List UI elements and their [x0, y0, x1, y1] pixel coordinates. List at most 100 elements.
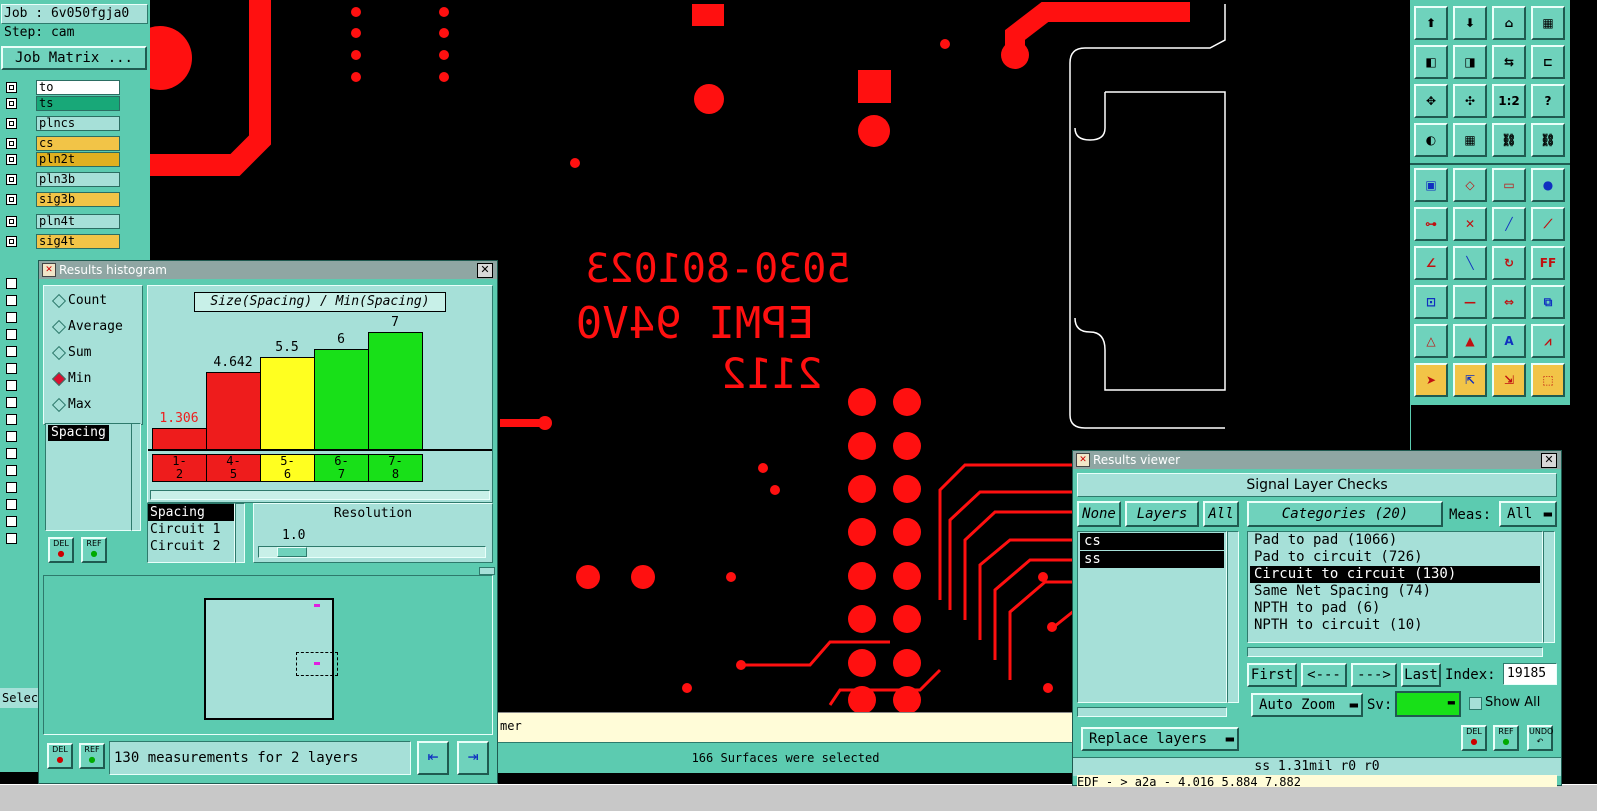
- mode-average[interactable]: Average: [51, 316, 123, 338]
- tri-3-icon[interactable]: A: [1492, 324, 1526, 358]
- ruler-icon[interactable]: ▭: [1492, 168, 1526, 202]
- line-pad-icon[interactable]: ⟋: [1531, 207, 1565, 241]
- layer-checkbox[interactable]: [6, 295, 17, 306]
- chart-scrollbar[interactable]: [150, 490, 490, 500]
- layer-name[interactable]: pln4t: [36, 214, 120, 229]
- categories-button[interactable]: Categories (20): [1247, 501, 1443, 527]
- right-icon[interactable]: ◨: [1453, 45, 1487, 79]
- category-item[interactable]: NPTH to circuit (10): [1250, 617, 1540, 634]
- viewer-close-icon[interactable]: ✕: [1541, 453, 1557, 468]
- pointer-multi-icon[interactable]: ⬚: [1531, 363, 1565, 397]
- type-scrollbar[interactable]: [235, 503, 245, 563]
- mode-min[interactable]: Min: [51, 368, 91, 390]
- line-icon[interactable]: ╱: [1492, 207, 1526, 241]
- layer-name[interactable]: pln2t: [36, 152, 120, 167]
- layer-checkbox[interactable]: [6, 346, 17, 357]
- layer-checkbox[interactable]: [6, 363, 17, 374]
- category-item[interactable]: NPTH to pad (6): [1250, 600, 1540, 617]
- ff-icon[interactable]: FF: [1531, 246, 1565, 280]
- layer-checkbox[interactable]: [6, 397, 17, 408]
- layer-checkbox[interactable]: [6, 278, 17, 289]
- last-button[interactable]: Last: [1401, 663, 1441, 687]
- histogram-range-label[interactable]: 6- 7: [314, 454, 369, 482]
- prev-button[interactable]: <---: [1301, 663, 1347, 687]
- first-button[interactable]: First: [1247, 663, 1297, 687]
- export-left-button[interactable]: ⇤: [417, 741, 449, 775]
- tri-1-icon[interactable]: △: [1414, 324, 1448, 358]
- category-item[interactable]: Same Net Spacing (74): [1250, 583, 1540, 600]
- mode-sum[interactable]: Sum: [51, 342, 91, 364]
- category-item[interactable]: Circuit to circuit (130): [1250, 566, 1540, 583]
- layer-name[interactable]: cs: [36, 136, 120, 151]
- diagonal-icon[interactable]: ╲: [1453, 246, 1487, 280]
- mode-count[interactable]: Count: [51, 290, 107, 312]
- resolution-slider[interactable]: [258, 546, 486, 558]
- layer-checkbox[interactable]: [6, 482, 17, 493]
- radio-icon[interactable]: [51, 319, 67, 335]
- layer-result-item[interactable]: cs: [1080, 533, 1224, 550]
- histogram-range-label[interactable]: 1- 2: [152, 454, 207, 482]
- measure-icon[interactable]: ⇔: [1492, 285, 1526, 319]
- auto-zoom-select[interactable]: Auto Zoom ▬: [1251, 693, 1363, 717]
- histogram-resize-grip[interactable]: [479, 567, 495, 575]
- shape-icon[interactable]: ◇: [1453, 168, 1487, 202]
- net-red-icon[interactable]: ⛓: [1531, 123, 1565, 157]
- measure-item[interactable]: Spacing: [48, 425, 109, 441]
- job-matrix-button[interactable]: Job Matrix ...: [1, 46, 147, 70]
- layer-checkbox[interactable]: [6, 174, 17, 185]
- save-icon[interactable]: ⬇: [1453, 6, 1487, 40]
- layer-checkbox[interactable]: [6, 98, 17, 109]
- layer-checkbox[interactable]: [6, 431, 17, 442]
- all-layers-button[interactable]: All: [1203, 501, 1239, 527]
- histogram-bar[interactable]: [314, 349, 369, 450]
- layer-row[interactable]: plncs: [4, 116, 120, 132]
- histogram-titlebar[interactable]: ✕ Results histogram ✕: [39, 261, 497, 279]
- layer-row[interactable]: ts: [4, 96, 120, 112]
- layer-name[interactable]: plncs: [36, 116, 120, 131]
- histogram-bar[interactable]: [260, 357, 315, 450]
- mode-max[interactable]: Max: [51, 394, 91, 416]
- histogram-del-button[interactable]: DEL ●: [48, 537, 74, 563]
- layer-checkbox[interactable]: [6, 533, 17, 544]
- extend-icon[interactable]: ⊏: [1531, 45, 1565, 79]
- left-icon[interactable]: ◧: [1414, 45, 1448, 79]
- viewer-titlebar[interactable]: ✕ Results viewer ✕: [1073, 451, 1561, 469]
- layer-checkbox[interactable]: [6, 465, 17, 476]
- minus-icon[interactable]: —: [1453, 285, 1487, 319]
- layer-result-hscroll[interactable]: [1077, 707, 1227, 717]
- sv-color-select[interactable]: ▬: [1395, 691, 1461, 717]
- layer-checkbox[interactable]: [6, 194, 17, 205]
- type-item-circuit-2[interactable]: Circuit 2: [148, 538, 234, 555]
- rotate-icon[interactable]: ↻: [1492, 246, 1526, 280]
- window-menu-icon[interactable]: ✕: [42, 263, 56, 277]
- histogram-range-label[interactable]: 5- 6: [260, 454, 315, 482]
- radio-icon[interactable]: [51, 345, 67, 361]
- scale-icon[interactable]: 1:2: [1492, 84, 1526, 118]
- histogram-ref-button[interactable]: REF ●: [81, 537, 107, 563]
- histogram-range-label[interactable]: 4- 5: [206, 454, 261, 482]
- next-button[interactable]: --->: [1351, 663, 1397, 687]
- layer-checkbox[interactable]: [6, 118, 17, 129]
- viewer-menu-icon[interactable]: ✕: [1076, 453, 1090, 467]
- radio-icon[interactable]: [51, 293, 67, 309]
- category-list[interactable]: Pad to pad (1066) Pad to circuit (726) Cir…: [1247, 531, 1543, 643]
- measure-scrollbar[interactable]: [131, 423, 141, 531]
- layer-row[interactable]: sig3b: [4, 192, 120, 208]
- layer-result-list[interactable]: cs ss: [1077, 531, 1227, 703]
- radio-icon[interactable]: [51, 371, 67, 387]
- palette-icon[interactable]: ◐: [1414, 123, 1448, 157]
- home-icon[interactable]: ⌂: [1492, 6, 1526, 40]
- group-icon[interactable]: ⧉: [1531, 285, 1565, 319]
- layer-checkbox[interactable]: [6, 312, 17, 323]
- layers-button[interactable]: Layers: [1125, 501, 1199, 527]
- viewer-undo-button[interactable]: UNDO ↶: [1527, 725, 1553, 751]
- layer-row[interactable]: pln3b: [4, 172, 120, 188]
- layer-checkbox[interactable]: [6, 414, 17, 425]
- windows-icon[interactable]: ▦: [1531, 6, 1565, 40]
- connect-icon[interactable]: ⊶: [1414, 207, 1448, 241]
- tri-2-icon[interactable]: ▲: [1453, 324, 1487, 358]
- layer-checkbox[interactable]: [6, 516, 17, 527]
- pointer-icon[interactable]: ➤: [1414, 363, 1448, 397]
- measure-list[interactable]: Spacing: [45, 423, 133, 531]
- grid-icon[interactable]: ▦: [1453, 123, 1487, 157]
